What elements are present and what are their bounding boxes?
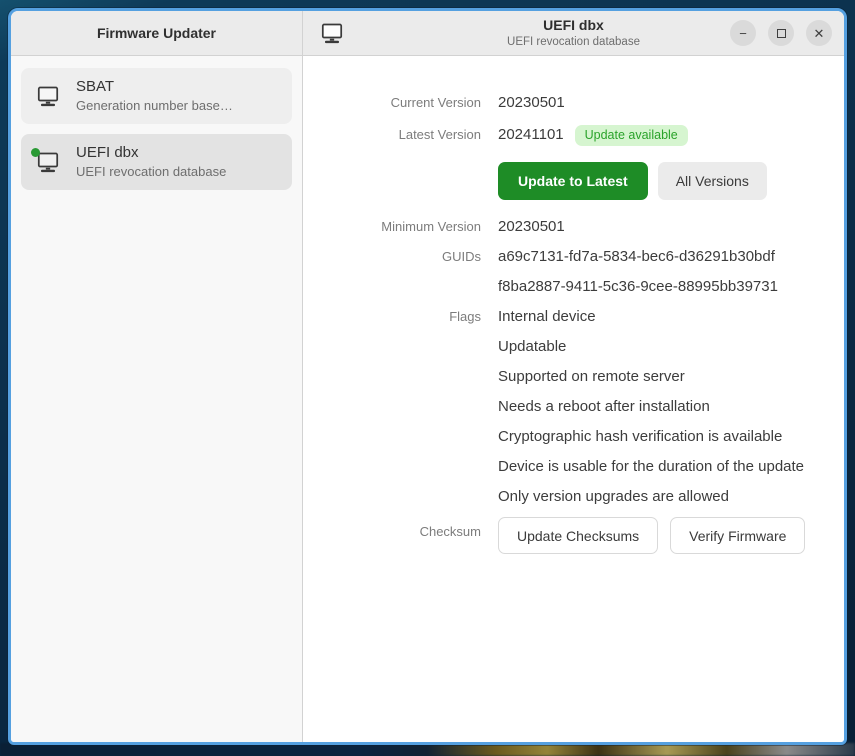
device-list: SBAT Generation number base… UEFI dbx UE…: [11, 56, 303, 742]
flag-item: Only version upgrades are allowed: [498, 482, 804, 512]
sidebar-item-uefi-dbx[interactable]: UEFI dbx UEFI revocation database: [21, 134, 292, 190]
flag-item: Device is usable for the duration of the…: [498, 452, 804, 482]
update-checksums-button[interactable]: Update Checksums: [498, 517, 658, 554]
firmware-detail-pane: Current Version 20230501 Latest Version …: [303, 56, 844, 742]
latest-version-row: Latest Version 20241101 Update available: [303, 120, 828, 150]
minimum-version-value: 20230501: [481, 212, 565, 242]
device-name: SBAT: [76, 77, 233, 97]
update-to-latest-button[interactable]: Update to Latest: [498, 162, 648, 200]
checksum-row: Checksum Update Checksums Verify Firmwar…: [303, 517, 828, 554]
flag-item: Updatable: [498, 332, 804, 362]
header-bar: UEFI dbx UEFI revocation database − ✕: [303, 11, 844, 56]
current-version-value: 20230501: [481, 88, 565, 118]
maximize-icon: [777, 29, 786, 38]
flags-row: Flags Internal device Updatable Supporte…: [303, 302, 828, 512]
flag-item: Needs a reboot after installation: [498, 392, 804, 422]
flags-label: Flags: [303, 302, 481, 332]
latest-version-label: Latest Version: [303, 120, 481, 150]
device-name: UEFI dbx: [76, 143, 226, 163]
update-available-dot-icon: [31, 148, 40, 157]
uefi-dbx-monitor-icon: [35, 149, 61, 175]
minimize-icon: −: [739, 27, 747, 40]
verify-firmware-button[interactable]: Verify Firmware: [670, 517, 805, 554]
window-subtitle: UEFI revocation database: [507, 35, 640, 49]
minimum-version-label: Minimum Version: [303, 212, 481, 242]
checksum-label: Checksum: [303, 517, 481, 547]
guid-value: a69c7131-fd7a-5834-bec6-d36291b30bdf: [498, 242, 778, 272]
sidebar-header: Firmware Updater: [11, 11, 303, 56]
guids-label: GUIDs: [303, 242, 481, 272]
device-summary: Generation number base…: [76, 97, 233, 115]
window-controls: − ✕: [730, 20, 832, 46]
device-summary: UEFI revocation database: [76, 163, 226, 181]
flag-item: Cryptographic hash verification is avail…: [498, 422, 804, 452]
update-available-badge: Update available: [575, 125, 688, 146]
minimize-button[interactable]: −: [730, 20, 756, 46]
guids-row: GUIDs a69c7131-fd7a-5834-bec6-d36291b30b…: [303, 242, 828, 302]
update-actions-row: Update to Latest All Versions: [303, 162, 828, 200]
device-monitor-icon: [319, 20, 345, 46]
firmware-updater-window: Firmware Updater UEFI dbx UEFI revocatio…: [8, 8, 847, 745]
maximize-button[interactable]: [768, 20, 794, 46]
close-icon: ✕: [814, 27, 825, 40]
window-title: UEFI dbx: [507, 17, 640, 35]
close-button[interactable]: ✕: [806, 20, 832, 46]
sbat-monitor-icon: [35, 83, 61, 109]
app-title: Firmware Updater: [97, 25, 216, 41]
minimum-version-row: Minimum Version 20230501: [303, 212, 828, 242]
all-versions-button[interactable]: All Versions: [658, 162, 767, 200]
latest-version-value: 20241101: [498, 120, 564, 150]
sidebar-item-sbat[interactable]: SBAT Generation number base…: [21, 68, 292, 124]
flag-item: Supported on remote server: [498, 362, 804, 392]
current-version-row: Current Version 20230501: [303, 88, 828, 118]
window-title-block: UEFI dbx UEFI revocation database: [507, 17, 640, 49]
current-version-label: Current Version: [303, 88, 481, 118]
guid-value: f8ba2887-9411-5c36-9cee-88995bb39731: [498, 272, 778, 302]
flag-item: Internal device: [498, 302, 804, 332]
